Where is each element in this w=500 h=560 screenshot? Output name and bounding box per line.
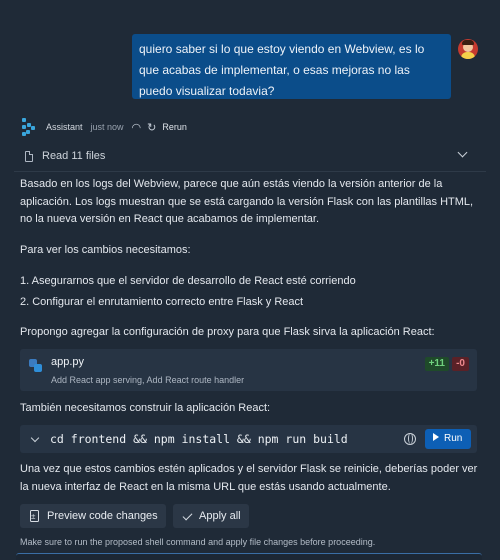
assistant-logo-icon <box>22 118 36 136</box>
chevron-down-icon[interactable] <box>457 147 468 158</box>
python-file-icon <box>29 359 43 373</box>
list-item-2: 2. Configurar el enrutamiento correcto e… <box>20 296 304 308</box>
preview-code-changes-button[interactable]: Preview code changes <box>20 504 166 529</box>
message-paragraph-4: También necesitamos construir la aplicac… <box>20 402 271 414</box>
message-paragraph-3: Propongo agregar la configuración de pro… <box>20 326 435 338</box>
user-message-row: quiero saber si lo que estoy viendo en W… <box>0 34 500 100</box>
speed-gauge-icon[interactable]: ◠ <box>132 121 142 134</box>
message-timestamp: just now <box>90 122 124 132</box>
assistant-header: Assistant just now ◠ ↻ Rerun <box>22 117 187 137</box>
rerun-icon[interactable]: ↻ <box>147 121 156 134</box>
read-files-label: Read 11 files <box>42 150 106 162</box>
avatar-hair <box>462 40 474 45</box>
avatar-shirt <box>461 52 475 59</box>
file-change-description: Add React app serving, Add React route h… <box>51 375 245 385</box>
user-avatar[interactable] <box>458 39 478 59</box>
check-icon <box>182 510 193 521</box>
message-paragraph-1: Basado en los logs del Webview, parece q… <box>20 178 474 225</box>
deletions-badge: -0 <box>452 357 469 371</box>
rerun-button[interactable]: Rerun <box>162 122 187 132</box>
chevron-down-icon[interactable] <box>30 433 40 443</box>
additions-badge: +11 <box>424 357 449 371</box>
footnote: Make sure to run the proposed shell comm… <box>20 537 376 547</box>
run-command-button[interactable]: Run <box>425 429 471 449</box>
file-change-card[interactable]: app.py Add React app serving, Add React … <box>20 349 477 391</box>
list-item-1: 1. Asegurarnos que el servidor de desarr… <box>20 275 356 287</box>
diff-file-icon <box>30 505 39 529</box>
assistant-name: Assistant <box>46 122 83 132</box>
shell-command-text: cd frontend && npm install && npm run bu… <box>50 432 348 446</box>
user-message-bubble: quiero saber si lo que estoy viendo en W… <box>132 34 451 99</box>
file-icon <box>25 150 33 162</box>
globe-icon[interactable] <box>404 433 416 445</box>
chat-input-edge[interactable] <box>16 553 482 560</box>
shell-command-card: cd frontend && npm install && npm run bu… <box>20 425 477 453</box>
read-files-toggle[interactable]: Read 11 files <box>14 141 486 171</box>
run-label: Run <box>444 433 463 444</box>
play-icon <box>433 433 439 441</box>
preview-label: Preview code changes <box>47 510 158 522</box>
message-paragraph-5: Una vez que estos cambios estén aplicado… <box>20 463 478 493</box>
message-paragraph-2: Para ver los cambios necesitamos: <box>20 244 191 256</box>
apply-label: Apply all <box>199 510 241 522</box>
divider <box>14 171 486 172</box>
apply-all-button[interactable]: Apply all <box>173 504 249 528</box>
file-name: app.py <box>51 356 85 368</box>
